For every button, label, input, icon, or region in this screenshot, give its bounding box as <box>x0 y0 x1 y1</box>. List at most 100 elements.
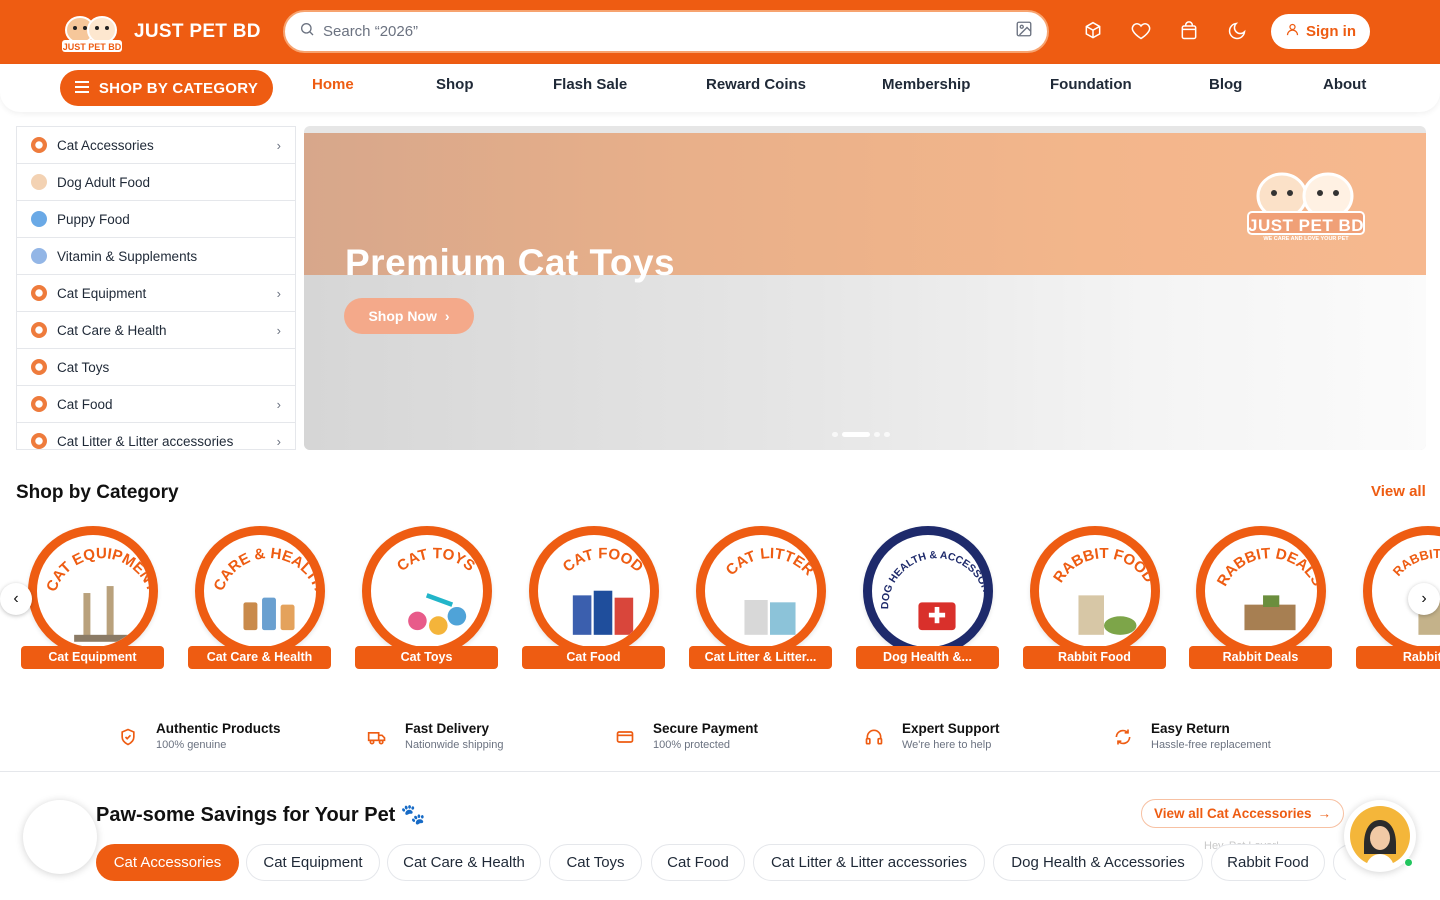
nav-reward-coins[interactable]: Reward Coins <box>706 76 806 93</box>
category-card-dog-health[interactable]: DOG HEALTH & ACCESSORIES Dog Health &... <box>856 522 1001 672</box>
nav-blog[interactable]: Blog <box>1209 76 1242 93</box>
category-image: DOG HEALTH & ACCESSORIES <box>863 526 993 656</box>
tab-cat-food[interactable]: Cat Food <box>651 844 745 881</box>
brand-logo[interactable]: JUST PET BD JUST PET BD <box>60 10 261 54</box>
shop-by-category-button[interactable]: SHOP BY CATEGORY <box>60 70 273 106</box>
banner-logo-text: JUST PET BD <box>1247 216 1365 235</box>
category-card-cat-litter[interactable]: CAT LITTER Cat Litter & Litter... <box>689 522 834 672</box>
nav-home[interactable]: Home <box>312 76 354 93</box>
feature-title: Secure Payment <box>653 721 759 736</box>
refresh-icon <box>1115 729 1131 745</box>
category-image: CAT LITTER <box>696 526 826 656</box>
category-carousel: CAT EQUIPMENT Cat Equipment CARE & HEALT… <box>0 522 1440 677</box>
view-all-link[interactable]: View all <box>1371 483 1426 500</box>
sidebar-item-label: Vitamin & Supplements <box>57 248 198 264</box>
carousel-dots[interactable] <box>832 432 890 437</box>
sidebar-item-label: Cat Accessories <box>57 137 154 153</box>
nav-shop[interactable]: Shop <box>436 76 474 93</box>
puppy-bowl-icon <box>31 211 47 227</box>
sidebar-item-cat-litter[interactable]: Cat Litter & Litter accessories › <box>17 423 295 449</box>
sidebar-item-label: Cat Care & Health <box>57 322 167 338</box>
svg-text:RABBIT DEALS: RABBIT DEALS <box>1214 545 1326 589</box>
chevron-left-icon: ‹ <box>13 590 19 607</box>
nav-flash-sale[interactable]: Flash Sale <box>553 76 627 93</box>
tab-rabbit-food[interactable]: Rabbit Food <box>1211 844 1325 881</box>
category-image: RABBIT FOOD <box>1030 526 1160 656</box>
main-nav: SHOP BY CATEGORY Home Shop Flash Sale Re… <box>0 64 1440 112</box>
sign-in-button[interactable]: Sign in <box>1271 14 1370 49</box>
nav-membership[interactable]: Membership <box>882 76 970 93</box>
wishlist-heart-icon[interactable] <box>1128 18 1154 44</box>
shop-now-label: Shop Now <box>368 308 437 324</box>
category-card-rabbit-food[interactable]: RABBIT FOOD Rabbit Food <box>1023 522 1168 672</box>
carousel-dot-active[interactable] <box>842 432 870 437</box>
feature-payment: Secure Payment 100% protected <box>615 721 758 751</box>
tab-cat-accessories[interactable]: Cat Accessories <box>96 844 239 881</box>
carousel-next-button[interactable]: › <box>1408 583 1440 615</box>
category-arc-text: DOG HEALTH & ACCESSORIES <box>880 550 984 609</box>
tab-cat-toys[interactable]: Cat Toys <box>549 844 642 881</box>
tab-cat-litter[interactable]: Cat Litter & Litter accessories <box>753 844 985 881</box>
image-search-icon[interactable] <box>1015 20 1033 43</box>
sidebar-item-label: Puppy Food <box>57 211 130 227</box>
view-all-cat-accessories-button[interactable]: View all Cat Accessories → <box>1141 799 1344 828</box>
menu-icon <box>74 80 89 97</box>
feature-title: Fast Delivery <box>405 721 490 736</box>
category-card-cat-equipment[interactable]: CAT EQUIPMENT Cat Equipment <box>21 522 166 672</box>
search-input[interactable] <box>323 23 1015 40</box>
svg-text:JUST PET BD: JUST PET BD <box>63 42 122 52</box>
category-card-cat-care-health[interactable]: CARE & HEALTH Cat Care & Health <box>188 522 333 672</box>
carousel-dot[interactable] <box>874 432 880 437</box>
cat-equipment-icon <box>31 285 47 301</box>
feature-title: Expert Support <box>902 721 1000 736</box>
tab-cat-equipment[interactable]: Cat Equipment <box>246 844 380 881</box>
hero-banner[interactable]: JUST PET BD WE CARE AND LOVE YOUR PET Pr… <box>304 126 1426 450</box>
feature-delivery: Fast Delivery Nationwide shipping <box>367 721 503 751</box>
sidebar-item-dog-adult-food[interactable]: Dog Adult Food <box>17 164 295 201</box>
sidebar-item-label: Dog Adult Food <box>57 174 151 190</box>
banner-brand-logo: JUST PET BD WE CARE AND LOVE YOUR PET <box>1244 166 1368 246</box>
brand-name: JUST PET BD <box>134 21 261 42</box>
carousel-prev-button[interactable]: ‹ <box>0 583 32 615</box>
nav-about[interactable]: About <box>1323 76 1366 93</box>
carousel-dot[interactable] <box>832 432 838 437</box>
online-status-dot <box>1404 858 1413 867</box>
cat-toys-icon <box>31 359 47 375</box>
category-label: Dog Health &... <box>856 646 999 669</box>
sidebar-item-cat-toys[interactable]: Cat Toys <box>17 349 295 386</box>
banner-bottom-band <box>304 275 1426 450</box>
sidebar-item-label: Cat Toys <box>57 359 110 375</box>
sidebar-item-cat-food[interactable]: Cat Food › <box>17 386 295 423</box>
category-card-cat-food[interactable]: CAT FOOD Cat Food <box>522 522 667 672</box>
svg-text:RABBIT FOOD: RABBIT FOOD <box>1390 546 1440 579</box>
category-image: CAT FOOD <box>529 526 659 656</box>
search-bar[interactable] <box>283 10 1049 53</box>
tab-cat-care-health[interactable]: Cat Care & Health <box>387 844 541 881</box>
cart-bag-icon[interactable] <box>1176 18 1202 44</box>
sidebar-item-cat-accessories[interactable]: Cat Accessories › <box>17 127 295 164</box>
category-label: Cat Food <box>522 646 665 669</box>
sidebar-item-cat-care-health[interactable]: Cat Care & Health › <box>17 312 295 349</box>
svg-text:DOG HEALTH & ACCESSORIES: DOG HEALTH & ACCESSORIES <box>880 550 993 609</box>
nav-foundation[interactable]: Foundation <box>1050 76 1132 93</box>
category-card-rabbit-deals[interactable]: RABBIT DEALS Rabbit Deals <box>1189 522 1334 672</box>
chevron-right-icon: › <box>276 285 281 301</box>
sidebar-item-puppy-food[interactable]: Puppy Food <box>17 201 295 238</box>
floating-bubble[interactable] <box>23 800 97 874</box>
sidebar-item-cat-equipment[interactable]: Cat Equipment › <box>17 275 295 312</box>
features-strip: Authentic Products 100% genuine Fast Deli… <box>0 712 1440 772</box>
category-card-cat-toys[interactable]: CAT TOYS Cat Toys <box>355 522 500 672</box>
carousel-dot[interactable] <box>884 432 890 437</box>
savings-category-tabs: Cat Accessories Cat Equipment Cat Care &… <box>96 844 1346 884</box>
category-label: Rabbit Deals <box>1189 646 1332 669</box>
tab-dog-health[interactable]: Dog Health & Accessories <box>993 844 1203 881</box>
sidebar-item-vitamin-supplements[interactable]: Vitamin & Supplements <box>17 238 295 275</box>
tab-more[interactable]: R <box>1333 844 1346 881</box>
dark-mode-moon-icon[interactable] <box>1224 18 1250 44</box>
category-arc-text: RABBIT FOOD <box>1390 546 1440 579</box>
compare-icon[interactable] <box>1080 18 1106 44</box>
chevron-right-icon: › <box>444 308 450 324</box>
sidebar-item-label: Cat Litter & Litter accessories <box>57 433 234 449</box>
shop-now-button[interactable]: Shop Now › <box>344 298 474 334</box>
dog-food-icon <box>31 174 47 190</box>
